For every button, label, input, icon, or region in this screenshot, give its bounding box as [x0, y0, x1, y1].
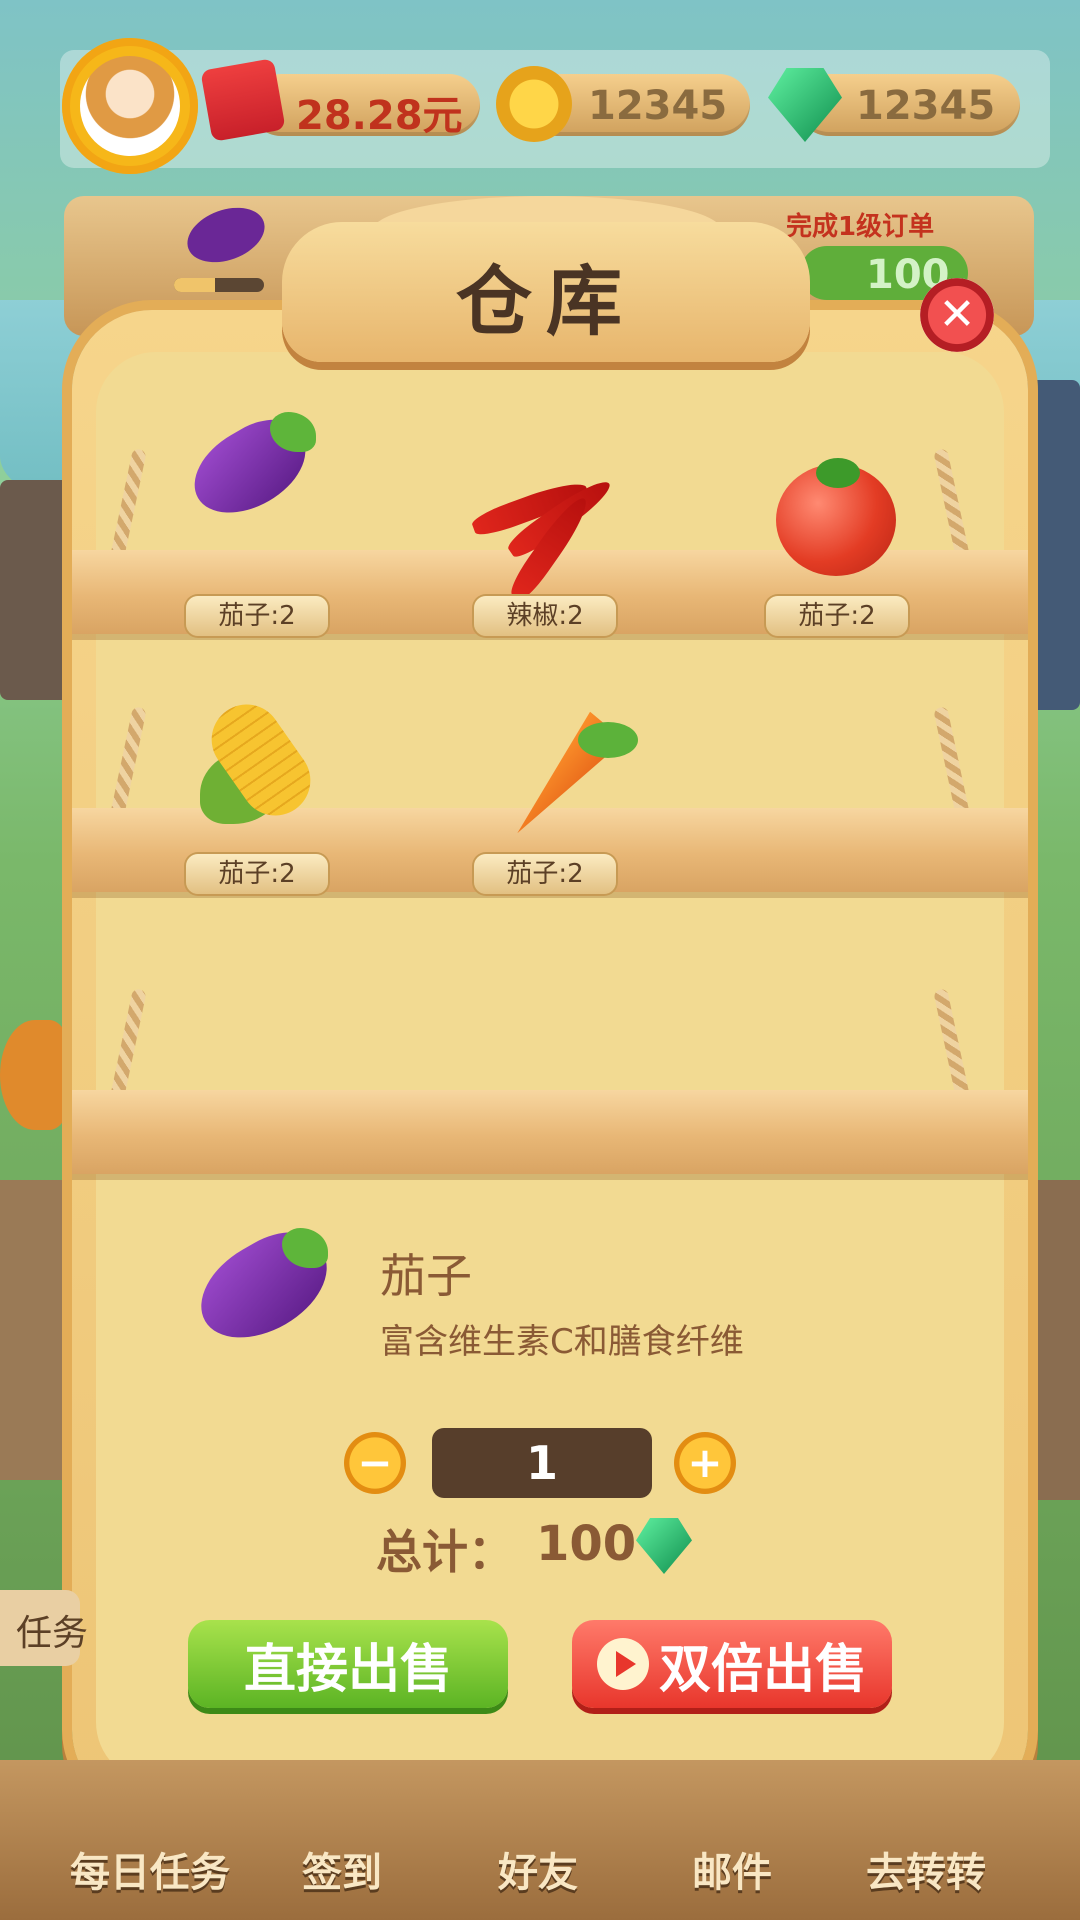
order-progress-bar [174, 278, 264, 292]
plus-icon: + [687, 1438, 723, 1487]
background-pumpkin [0, 1020, 70, 1130]
coin-icon [496, 66, 572, 142]
order-title: 完成1级订单 [786, 212, 935, 242]
side-task-tab-label: 任务 [16, 1613, 89, 1654]
nav-lucky-spin[interactable]: 去转转 [866, 1840, 986, 1898]
red-packet-icon [200, 58, 286, 142]
money-pill: 28.28元 [250, 74, 480, 139]
item-label: 茄子:2 [766, 596, 908, 636]
close-button[interactable]: ✕ [920, 278, 994, 352]
dialog-title: 仓库 [456, 257, 636, 346]
nav-checkin[interactable]: 签到 [302, 1840, 382, 1898]
order-progress-fill [174, 278, 215, 292]
item-label: 茄子:2 [186, 854, 328, 894]
chili-icon[interactable] [469, 466, 630, 605]
nav-friends[interactable]: 好友 [498, 1840, 578, 1898]
sell-direct-label: 直接出售 [243, 1639, 452, 1700]
minus-icon: − [357, 1438, 393, 1487]
item-label: 茄子:2 [474, 854, 616, 894]
nav-daily-tasks[interactable]: 每日任务 [70, 1840, 230, 1898]
gems-value: 12345 [856, 83, 996, 129]
decrease-quantity-button[interactable]: − [344, 1432, 406, 1494]
background-field-left [0, 1180, 70, 1480]
coins-value: 12345 [588, 83, 728, 129]
sell-direct-button[interactable]: 直接出售 [188, 1620, 508, 1708]
money-value: 28.28元 [296, 93, 463, 139]
play-video-icon [596, 1638, 649, 1690]
total-value: 100 [536, 1516, 637, 1572]
avatar[interactable] [80, 56, 180, 156]
selected-item-name: 茄子 [380, 1249, 472, 1303]
quantity-field[interactable]: 1 [432, 1428, 652, 1498]
close-icon: ✕ [938, 289, 976, 340]
increase-quantity-button[interactable]: + [674, 1432, 736, 1494]
item-label: 茄子:2 [186, 596, 328, 636]
selected-item-description: 富含维生素C和膳食纤维 [380, 1322, 744, 1362]
sell-double-label: 双倍出售 [658, 1639, 867, 1700]
item-label: 辣椒:2 [474, 596, 616, 636]
tomato-leaf [816, 458, 860, 488]
sell-double-button[interactable]: 双倍出售 [572, 1620, 892, 1708]
carrot-top [578, 722, 638, 758]
nav-mail[interactable]: 邮件 [692, 1840, 772, 1898]
total-label: 总计： [376, 1525, 514, 1579]
shelf-3 [72, 1090, 1028, 1174]
